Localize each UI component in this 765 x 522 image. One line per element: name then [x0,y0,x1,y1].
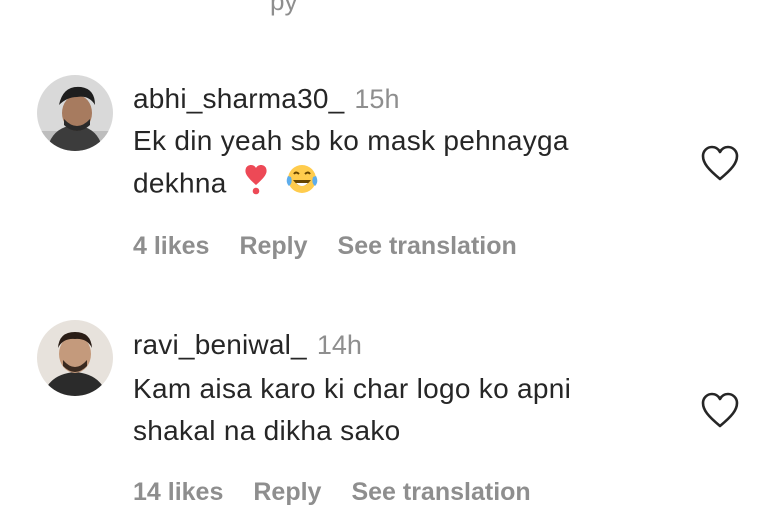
comment-text-line: Kam aisa karo ki char logo ko apni [133,373,572,404]
reply-button[interactable]: Reply [253,478,321,506]
like-heart-icon[interactable] [700,145,740,183]
heart-exclamation-icon [243,163,269,207]
avatar[interactable] [37,320,113,396]
comment-header: ravi_beniwal_ 14h [133,329,362,361]
comment-text: Ek din yeah sb ko mask pehnayga dekhna [133,120,673,208]
comment-text-line-2-wrap: dekhna [133,162,673,208]
see-translation-link[interactable]: See translation [351,478,530,506]
previous-comment-fragment: py [270,0,320,16]
likes-count[interactable]: 14 likes [133,478,223,506]
timestamp: 14h [316,330,362,360]
see-translation-link[interactable]: See translation [338,232,517,260]
avatar[interactable] [37,75,113,151]
likes-count[interactable]: 4 likes [133,232,209,260]
username[interactable]: ravi_beniwal_ [133,329,307,360]
fragment-text: py [270,0,298,16]
avatar-image [37,75,113,151]
tears-of-joy-icon [285,162,319,208]
username[interactable]: abhi_sharma30_ [133,83,344,114]
comment-text-line: Ek din yeah sb ko mask pehnayga [133,125,569,156]
avatar-image [37,320,113,396]
comment-text: Kam aisa karo ki char logo ko apni shaka… [133,368,673,452]
comment-header: abhi_sharma30_ 15h [133,83,399,115]
like-heart-icon[interactable] [700,392,740,430]
comment-text-line: shakal na dikha sako [133,415,401,446]
timestamp: 15h [354,84,400,114]
comment-text-line: dekhna [133,167,227,199]
reply-button[interactable]: Reply [239,232,307,260]
comment-actions: 14 likes Reply See translation [133,478,561,507]
comment-actions: 4 likes Reply See translation [133,232,547,261]
